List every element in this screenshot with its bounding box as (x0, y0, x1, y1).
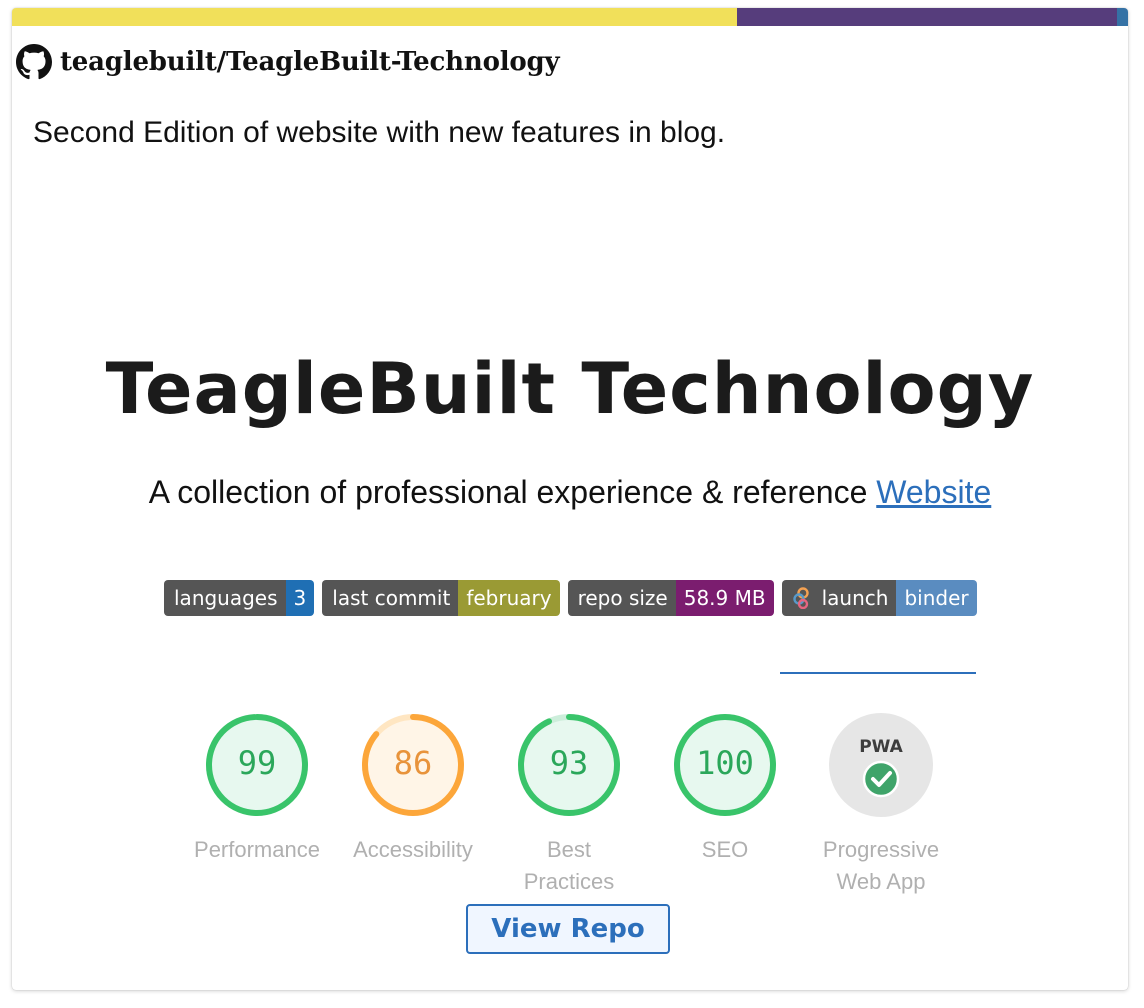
language-segment-2 (737, 8, 1117, 26)
score-label: Progressive Web App (822, 837, 940, 894)
binder-icon (792, 587, 809, 609)
repo-card: teaglebuilt/TeagleBuilt-Technology Secon… (12, 8, 1128, 990)
view-repo-button[interactable]: View Repo (466, 904, 670, 954)
repo-size-badge[interactable]: repo size 58.9 MB (567, 580, 774, 616)
check-icon (862, 760, 900, 798)
gauge-accessibility: 86 Accessibility (338, 712, 488, 866)
pwa-badge: PWA (829, 713, 933, 817)
score-ring: 86 (362, 714, 464, 816)
website-link[interactable]: Website (876, 474, 991, 510)
language-segment-1 (12, 8, 738, 26)
score-ring: 99 (206, 714, 308, 816)
score-value: 99 (238, 744, 277, 782)
gauge-pwa: PWA Progressive Web App (806, 712, 956, 898)
badge-label: launch (821, 586, 889, 610)
repo-name[interactable]: teaglebuilt/TeagleBuilt-Technology (60, 47, 560, 77)
binder-badge[interactable]: launch binder (781, 580, 977, 616)
language-segment-3 (1116, 8, 1128, 26)
repo-description: Second Edition of website with new featu… (33, 116, 726, 149)
badge-label: languages (164, 580, 286, 616)
badge-value: binder (896, 580, 977, 616)
languages-badge[interactable]: languages 3 (164, 580, 315, 616)
score-ring: 93 (518, 714, 620, 816)
badge-row: languages 3 last commit february repo si… (164, 580, 985, 616)
link-underline (780, 672, 976, 674)
score-label: Best Practices (523, 837, 615, 894)
repo-header[interactable]: teaglebuilt/TeagleBuilt-Technology (16, 44, 560, 80)
gauge-performance: 99 Performance (182, 712, 332, 866)
score-value: 93 (550, 744, 589, 782)
badge-label: repo size (567, 580, 676, 616)
readme-subtitle-text: A collection of professional experience … (148, 474, 877, 510)
badge-value: 3 (285, 580, 315, 616)
badge-value: 58.9 MB (675, 580, 774, 616)
last-commit-badge[interactable]: last commit february (322, 580, 560, 616)
score-value: 86 (394, 744, 433, 782)
score-value: 100 (696, 744, 754, 782)
gauge-best-practices: 93 Best Practices (494, 712, 644, 898)
badge-label-wrap: launch (781, 580, 897, 616)
language-bar (12, 8, 1128, 26)
readme-title: TeagleBuilt Technology (105, 348, 1035, 430)
score-ring: 100 (674, 714, 776, 816)
pwa-text: PWA (859, 737, 903, 757)
score-label: Accessibility (353, 837, 473, 862)
score-label: Performance (194, 837, 320, 862)
score-label: SEO (701, 837, 749, 862)
gauge-seo: 100 SEO (650, 712, 800, 866)
badge-value: february (458, 580, 560, 616)
readme-subtitle: A collection of professional experience … (12, 474, 1128, 511)
badge-label: last commit (322, 580, 459, 616)
github-icon (16, 44, 52, 80)
